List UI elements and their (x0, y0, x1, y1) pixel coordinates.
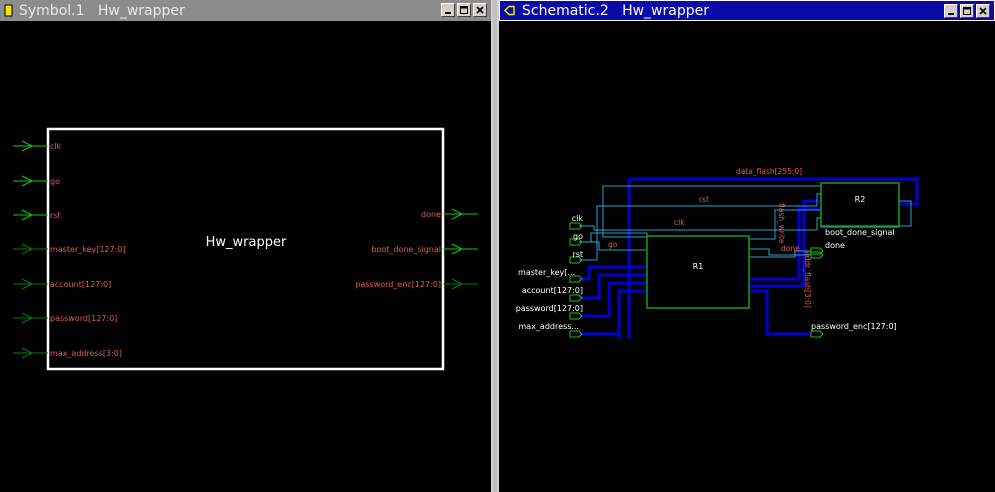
net-label-rst: rst (699, 195, 709, 204)
net-label-flash-write: flash_write (777, 203, 786, 244)
port-label-go: go (573, 232, 583, 241)
port-label-master-key: master_key[... (518, 268, 575, 277)
schematic-window-titlebar[interactable]: Schematic.2 Hw_wrapper (499, 0, 995, 21)
instance-r2[interactable] (820, 182, 900, 228)
port-label-password-enc: password_enc[127:0] (811, 322, 897, 331)
minimize-button[interactable] (441, 3, 455, 17)
port-label-boot-done-signal: boot_done_signal (825, 228, 895, 237)
maximize-icon (963, 7, 971, 15)
pin-label-go: go (50, 177, 60, 186)
close-button[interactable] (473, 3, 487, 17)
symbol-canvas[interactable]: Hw_wrapper clk go rst master_key[127:0] … (0, 21, 491, 492)
pin-label-done: done (421, 210, 441, 219)
schematic-window[interactable]: Schematic.2 Hw_wrapper R1 R2 data_flash[… (497, 0, 995, 492)
close-button[interactable] (976, 4, 990, 18)
net-label-data-flash: data_flash[255:0] (736, 167, 802, 176)
pin-label-password-enc: password_enc[127:0] (355, 280, 441, 289)
instance-r1[interactable] (646, 235, 750, 309)
pin-label-master-key: master_key[127:0] (50, 245, 126, 254)
minimize-button[interactable] (944, 4, 958, 18)
pin-label-max-address: max_address[3:0] (50, 349, 122, 358)
close-icon (979, 7, 987, 15)
instance-r2-label: R2 (855, 195, 866, 204)
window-icon (504, 5, 515, 16)
net-label-go: go (608, 240, 618, 249)
minimize-icon (445, 12, 451, 14)
instance-r1-label: R1 (693, 262, 704, 271)
schematic-window-title: Schematic.2 Hw_wrapper (522, 2, 709, 19)
maximize-icon (460, 6, 468, 14)
port-label-max-address: max_address... (519, 322, 580, 331)
symbol-window[interactable]: Symbol.1 Hw_wrapper Hw_wrapper clk go rs… (0, 0, 493, 492)
pin-label-password: password[127:0] (50, 314, 117, 323)
port-label-clk: clk (572, 214, 584, 223)
symbol-window-titlebar[interactable]: Symbol.1 Hw_wrapper (0, 0, 491, 21)
net-label-done: done (781, 244, 800, 253)
symbol-output-pins (443, 208, 478, 290)
net-label-clk: clk (674, 218, 685, 227)
port-label-password: password[127:0] (516, 304, 583, 313)
port-label-done: done (825, 241, 845, 250)
maximize-button[interactable] (457, 3, 471, 17)
minimize-icon (948, 13, 954, 15)
pin-label-rst: rst (50, 211, 61, 220)
pin-label-account: account[127:0] (50, 280, 111, 289)
net-label-addr-flash: addr_flash[3:0] (803, 251, 812, 308)
pin-label-boot-done-signal: boot_done_signal (371, 245, 441, 254)
close-icon (476, 6, 484, 14)
pin-label-clk: clk (50, 142, 62, 151)
port-label-rst: rst (572, 250, 583, 259)
symbol-window-title: Symbol.1 Hw_wrapper (19, 2, 185, 19)
schematic-buses (579, 177, 919, 339)
window-icon (4, 4, 13, 17)
maximize-button[interactable] (960, 4, 974, 18)
symbol-input-pins (13, 140, 48, 359)
port-label-account: account[127:0] (522, 286, 583, 295)
symbol-block-name: Hw_wrapper (206, 235, 287, 250)
schematic-canvas[interactable]: R1 R2 data_flash[255:0] rst clk go flash… (499, 21, 995, 492)
